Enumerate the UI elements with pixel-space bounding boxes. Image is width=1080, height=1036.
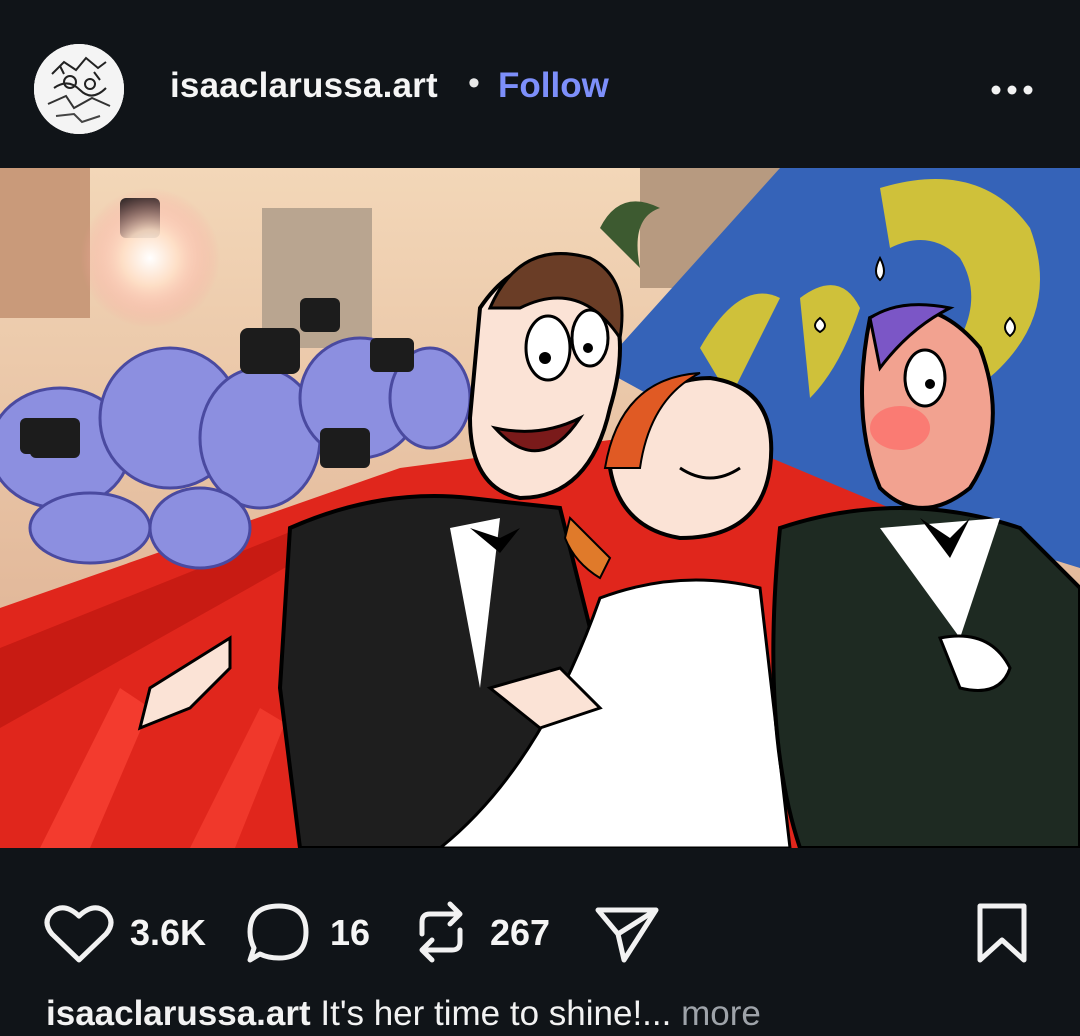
caption-username[interactable]: isaaclarussa.art (46, 994, 311, 1033)
post-header: isaaclarussa.art • Follow (0, 0, 1080, 168)
save-button[interactable] (972, 902, 1032, 971)
comment-bubble-icon (247, 903, 309, 963)
bookmark-icon (977, 903, 1027, 963)
author-username[interactable]: isaaclarussa.art (170, 66, 438, 106)
cartoon-illustration (0, 168, 1080, 848)
comments-count[interactable]: 16 (330, 912, 370, 954)
more-options-button[interactable] (986, 70, 1038, 110)
repost-icon (419, 901, 463, 963)
reposts-count[interactable]: 267 (490, 912, 550, 954)
author-avatar[interactable] (34, 44, 124, 134)
post-image[interactable] (0, 168, 1080, 848)
repost-button[interactable] (410, 898, 472, 971)
like-button[interactable] (44, 902, 114, 971)
heart-icon (44, 905, 114, 963)
more-horizontal-icon (991, 85, 1033, 95)
caption-text: It's her time to shine!... (310, 994, 672, 1033)
send-icon (595, 907, 659, 963)
caption-more-link[interactable]: more (671, 994, 761, 1033)
avatar-sketch-icon (34, 44, 124, 134)
likes-count[interactable]: 3.6K (130, 912, 206, 954)
post-caption: isaaclarussa.art It's her time to shine!… (46, 994, 1046, 1034)
share-button[interactable] (592, 902, 662, 971)
follow-button[interactable]: Follow (498, 66, 609, 106)
separator-dot: • (468, 64, 480, 102)
comment-button[interactable] (244, 900, 314, 973)
